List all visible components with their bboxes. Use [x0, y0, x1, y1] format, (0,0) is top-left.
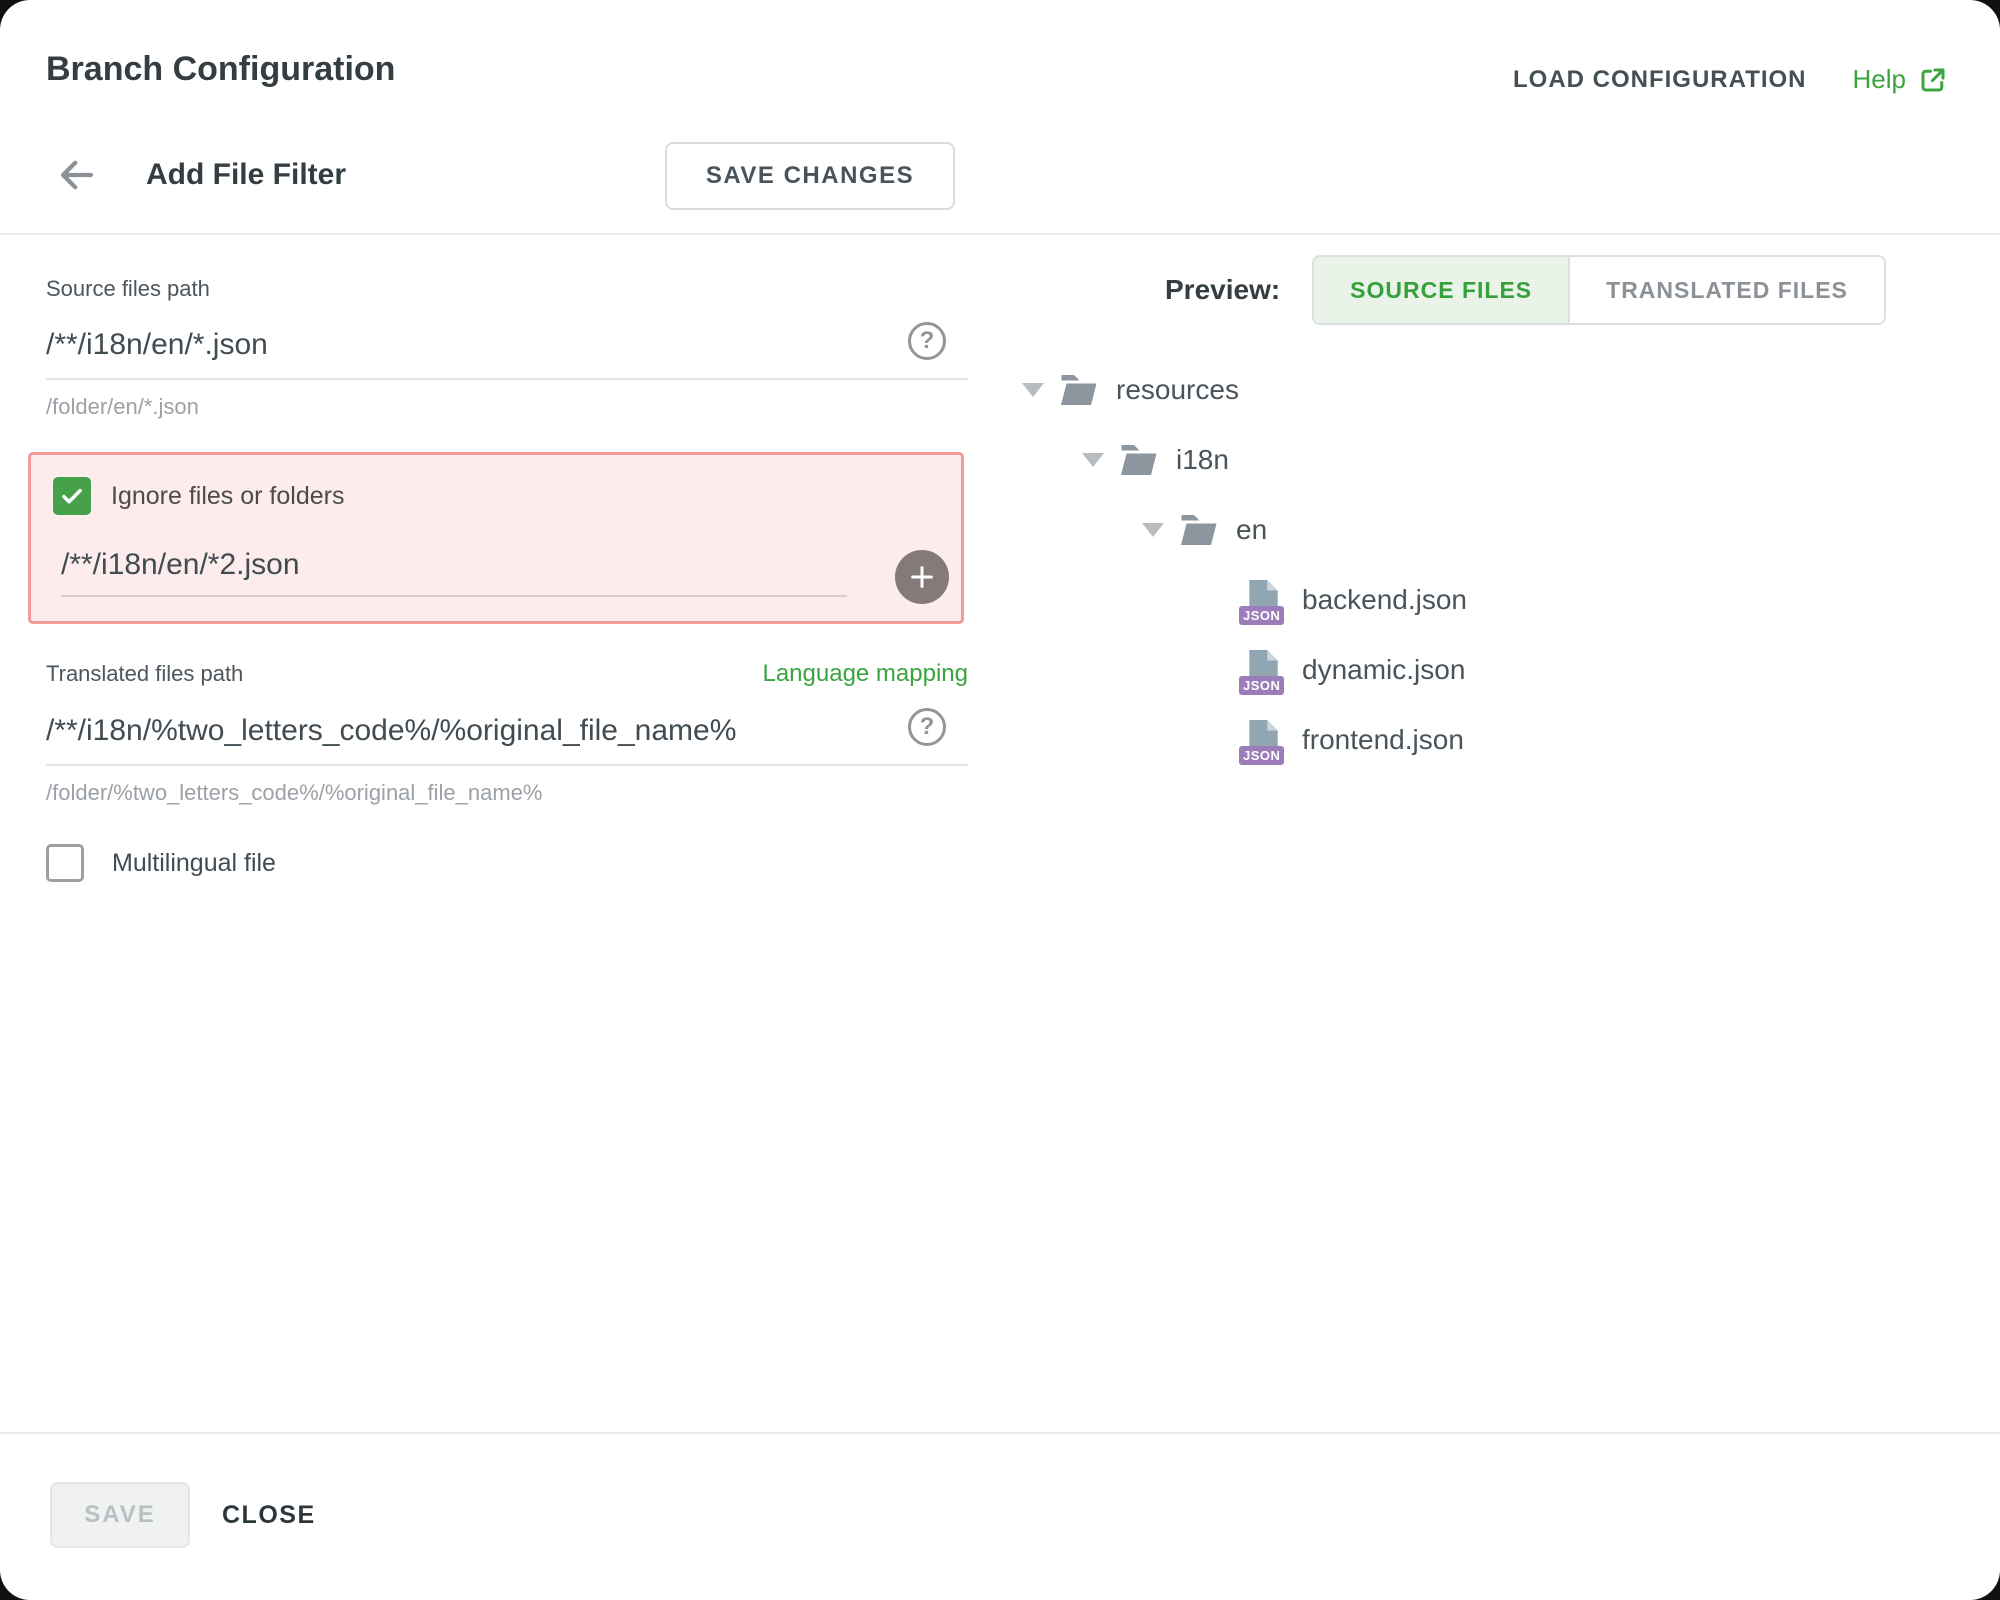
caret-down-icon[interactable] — [1142, 523, 1164, 537]
json-badge: JSON — [1239, 676, 1284, 695]
tab-source-files[interactable]: SOURCE FILES — [1314, 257, 1568, 323]
source-path-input[interactable] — [46, 318, 968, 380]
ignore-pattern-input[interactable] — [61, 541, 847, 597]
file-filter-form: Source files path ? /folder/en/*.json Ig… — [46, 276, 968, 882]
sub-header: Add File Filter — [52, 140, 346, 210]
save-button[interactable]: SAVE — [50, 1482, 190, 1548]
tree-item-label: frontend.json — [1302, 724, 1464, 756]
translated-path-field: ? — [46, 704, 968, 766]
ignore-pattern-field — [61, 541, 939, 597]
tree-item-folder[interactable]: en — [1000, 495, 1970, 565]
help-link[interactable]: Help — [1853, 64, 1948, 95]
tree-item-label: backend.json — [1302, 584, 1467, 616]
translated-path-input[interactable] — [46, 704, 968, 766]
page-title: Branch Configuration — [46, 50, 395, 89]
translated-path-hint: /folder/%two_letters_code%/%original_fil… — [46, 780, 968, 806]
help-label: Help — [1853, 64, 1906, 95]
source-path-field: ? — [46, 318, 968, 380]
load-configuration-button[interactable]: LOAD CONFIGURATION — [1513, 66, 1807, 94]
caret-down-icon[interactable] — [1022, 383, 1044, 397]
file-tree: resources i18n en — [1000, 355, 1970, 775]
tree-item-file[interactable]: JSON dynamic.json — [1000, 635, 1970, 705]
external-link-icon — [1918, 65, 1948, 95]
plus-icon — [907, 562, 937, 592]
preview-toggle: SOURCE FILES TRANSLATED FILES — [1312, 255, 1886, 325]
close-button[interactable]: CLOSE — [222, 1482, 316, 1548]
translated-path-label: Translated files path — [46, 661, 243, 687]
multilingual-checkbox[interactable] — [46, 844, 84, 882]
tab-translated-files[interactable]: TRANSLATED FILES — [1568, 257, 1884, 323]
json-badge: JSON — [1239, 746, 1284, 765]
tree-item-label: i18n — [1176, 444, 1229, 476]
back-arrow-button[interactable] — [52, 154, 102, 196]
check-icon — [59, 483, 85, 509]
add-ignore-pattern-button[interactable] — [895, 550, 949, 604]
folder-icon — [1060, 374, 1098, 406]
tree-item-file[interactable]: JSON frontend.json — [1000, 705, 1970, 775]
multilingual-label: Multilingual file — [112, 849, 276, 878]
tree-item-label: resources — [1116, 374, 1239, 406]
save-changes-button[interactable]: SAVE CHANGES — [665, 142, 955, 210]
ignore-files-checkbox[interactable] — [53, 477, 91, 515]
tree-item-folder[interactable]: resources — [1000, 355, 1970, 425]
tree-item-folder[interactable]: i18n — [1000, 425, 1970, 495]
folder-icon — [1180, 514, 1218, 546]
json-file-icon: JSON — [1246, 579, 1280, 621]
header-divider — [0, 233, 2000, 235]
tree-item-label: en — [1236, 514, 1267, 546]
ignore-files-label: Ignore files or folders — [111, 482, 344, 511]
preview-label: Preview: — [1165, 274, 1280, 306]
translated-path-help-icon[interactable]: ? — [908, 708, 946, 746]
caret-down-icon[interactable] — [1082, 453, 1104, 467]
language-mapping-link[interactable]: Language mapping — [762, 660, 968, 688]
multilingual-checkbox-row[interactable]: Multilingual file — [46, 844, 968, 882]
source-path-label: Source files path — [46, 276, 968, 302]
ignore-files-section: Ignore files or folders — [28, 452, 964, 624]
preview-toolbar: Preview: SOURCE FILES TRANSLATED FILES — [1000, 255, 1970, 325]
json-badge: JSON — [1239, 606, 1284, 625]
preview-panel: Preview: SOURCE FILES TRANSLATED FILES r… — [1000, 255, 1970, 775]
folder-icon — [1120, 444, 1158, 476]
header-actions: LOAD CONFIGURATION Help — [1513, 64, 1948, 95]
tree-item-label: dynamic.json — [1302, 654, 1465, 686]
source-path-hint: /folder/en/*.json — [46, 394, 968, 420]
branch-configuration-dialog: Branch Configuration LOAD CONFIGURATION … — [0, 0, 2000, 1600]
ignore-files-checkbox-row[interactable]: Ignore files or folders — [53, 477, 939, 515]
footer-divider — [0, 1432, 2000, 1434]
json-file-icon: JSON — [1246, 649, 1280, 691]
json-file-icon: JSON — [1246, 719, 1280, 761]
translated-path-header: Translated files path Language mapping — [46, 660, 968, 688]
subpage-title: Add File Filter — [146, 158, 346, 192]
source-path-help-icon[interactable]: ? — [908, 322, 946, 360]
tree-item-file[interactable]: JSON backend.json — [1000, 565, 1970, 635]
